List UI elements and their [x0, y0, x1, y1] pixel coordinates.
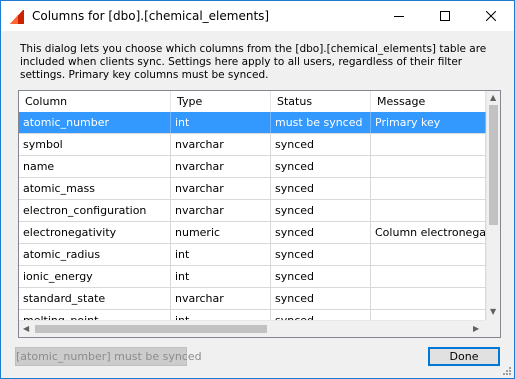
cell-message — [371, 200, 486, 221]
header-column[interactable]: Column — [19, 91, 171, 112]
cell-status[interactable]: synced — [271, 222, 371, 243]
cell-type: nvarchar — [171, 288, 271, 309]
grid-rows: atomic_number int must be synced Primary… — [19, 112, 486, 332]
table-row[interactable]: standard_state nvarchar synced — [19, 288, 486, 310]
cell-status[interactable]: synced — [271, 178, 371, 199]
cell-status[interactable]: synced — [271, 134, 371, 155]
cell-status[interactable]: synced — [271, 266, 371, 287]
cell-type: nvarchar — [171, 156, 271, 177]
scroll-left-icon[interactable]: ◀ — [23, 324, 29, 334]
close-button[interactable] — [468, 1, 514, 31]
table-row[interactable]: atomic_mass nvarchar synced — [19, 178, 486, 200]
scroll-up-icon[interactable]: ▲ — [490, 93, 496, 103]
cell-status[interactable]: synced — [271, 200, 371, 221]
cell-column: symbol — [19, 134, 171, 155]
cell-type: nvarchar — [171, 200, 271, 221]
title-bar[interactable]: Columns for [dbo].[chemical_elements] — [1, 1, 514, 31]
done-button[interactable]: Done — [428, 347, 500, 366]
cell-status[interactable]: synced — [271, 156, 371, 177]
table-row[interactable]: atomic_radius int synced — [19, 244, 486, 266]
cell-status[interactable]: synced — [271, 244, 371, 265]
table-row[interactable]: electronegativity numeric synced Column … — [19, 222, 486, 244]
cell-message — [371, 134, 486, 155]
cell-column: atomic_mass — [19, 178, 171, 199]
cell-type: int — [171, 266, 271, 287]
cell-column: electron_configuration — [19, 200, 171, 221]
cell-column: standard_state — [19, 288, 171, 309]
app-logo-icon — [9, 9, 25, 25]
horizontal-scrollbar[interactable]: ◀ ▶ — [19, 320, 486, 337]
cell-message — [371, 178, 486, 199]
cell-message: Column electronegativity — [371, 222, 486, 243]
table-row[interactable]: atomic_number int must be synced Primary… — [19, 112, 486, 134]
close-icon — [486, 11, 496, 21]
cell-type: int — [171, 244, 271, 265]
dialog-window: Columns for [dbo].[chemical_elements] Th… — [0, 0, 515, 379]
cell-type: numeric — [171, 222, 271, 243]
header-message[interactable]: Message — [371, 91, 486, 112]
scroll-down-icon[interactable]: ▼ — [490, 307, 496, 317]
maximize-button[interactable] — [422, 1, 468, 31]
scroll-right-icon[interactable]: ▶ — [473, 324, 479, 334]
cell-type: int — [171, 112, 271, 133]
dialog-description: This dialog lets you choose which column… — [20, 43, 487, 81]
table-row[interactable]: name nvarchar synced — [19, 156, 486, 178]
cell-message — [371, 156, 486, 177]
grid-header: Column Type Status Message — [19, 91, 486, 113]
cell-status[interactable]: synced — [271, 288, 371, 309]
header-status[interactable]: Status — [271, 91, 371, 112]
scrollbar-corner — [486, 320, 500, 337]
window-title: Columns for [dbo].[chemical_elements] — [32, 9, 270, 23]
horizontal-scroll-thumb[interactable] — [35, 325, 267, 333]
cell-message — [371, 244, 486, 265]
vertical-scrollbar[interactable]: ▲ ▼ — [486, 91, 500, 320]
table-row[interactable]: ionic_energy int synced — [19, 266, 486, 288]
cell-column: atomic_number — [19, 112, 171, 133]
cell-column: name — [19, 156, 171, 177]
cell-message: Primary key — [371, 112, 486, 133]
vertical-scroll-thumb[interactable] — [489, 105, 498, 225]
cell-type: nvarchar — [171, 178, 271, 199]
must-sync-button[interactable]: [atomic_number] must be synced — [15, 347, 202, 366]
cell-message — [371, 266, 486, 287]
maximize-icon — [440, 11, 450, 21]
cell-type: nvarchar — [171, 134, 271, 155]
table-row[interactable]: electron_configuration nvarchar synced — [19, 200, 486, 222]
minimize-icon — [394, 16, 404, 17]
columns-grid[interactable]: Column Type Status Message atomic_number… — [18, 90, 501, 338]
table-row[interactable]: symbol nvarchar synced — [19, 134, 486, 156]
cell-column: atomic_radius — [19, 244, 171, 265]
cell-status[interactable]: must be synced — [271, 112, 371, 133]
header-type[interactable]: Type — [171, 91, 271, 112]
resize-grip-icon[interactable] — [501, 365, 511, 375]
cell-column: electronegativity — [19, 222, 171, 243]
cell-message — [371, 288, 486, 309]
cell-column: ionic_energy — [19, 266, 171, 287]
minimize-button[interactable] — [376, 1, 422, 31]
